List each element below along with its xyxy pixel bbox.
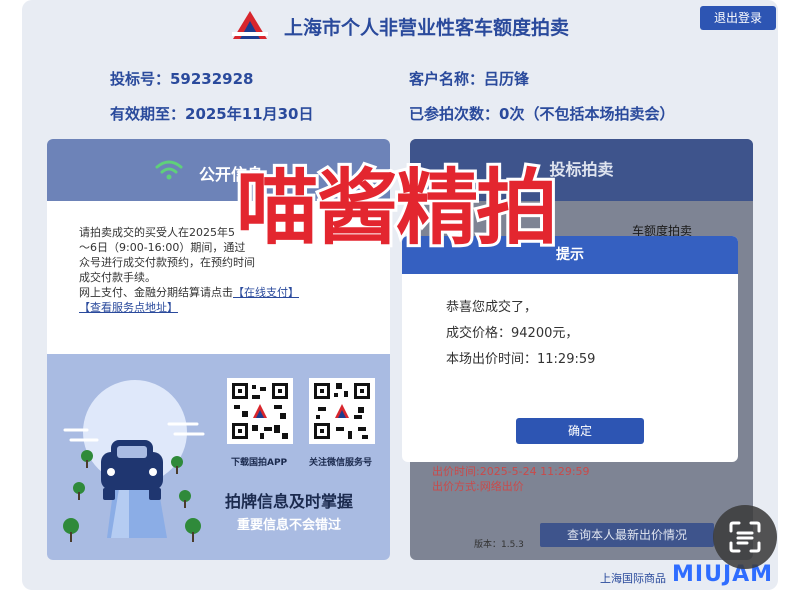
logout-button[interactable]: 退出登录 xyxy=(700,6,776,30)
version-label: 版本：1.5.3 xyxy=(474,540,524,550)
promo-panel: 下载国拍APP 关注微信服务号 拍牌信息及时掌握 重要信息不会错过 xyxy=(47,354,390,560)
customer-name: 客户名称：吕历锋 xyxy=(409,70,530,88)
header: 上海市个人非营业性客车额度拍卖 退出登录 xyxy=(22,0,778,50)
confirm-button[interactable]: 确定 xyxy=(516,418,644,444)
notice-line: 成交付款手续。 xyxy=(79,271,156,284)
bid-method: 出价方式:网络出价 xyxy=(432,480,524,493)
dialog-price: 成交价格：94200元， xyxy=(446,326,579,341)
app-qr-label: 下载国拍APP xyxy=(231,458,288,468)
query-latest-bid-button[interactable]: 查询本人最新出价情况 xyxy=(540,523,714,547)
dialog-bid-time: 本场出价时间：11:29:59 xyxy=(446,352,596,367)
auction-logo-icon xyxy=(232,11,268,39)
payment-prefix: 网上支付、金融分期结算请点击 xyxy=(79,286,233,299)
slogan-sub: 重要信息不会错过 xyxy=(237,518,342,533)
payment-line: 网上支付、金融分期结算请点击【在线支付】 xyxy=(79,285,369,300)
bid-number: 投标号：59232928 xyxy=(110,70,254,88)
slogan-main: 拍牌信息及时掌握 xyxy=(225,492,354,511)
wifi-icon xyxy=(155,160,183,180)
wechat-qr-code xyxy=(309,378,375,444)
dialog-congrats: 恭喜您成交了， xyxy=(446,300,538,315)
bid-info: 出价时间:2025-5-24 11:29:59 出价方式:网络出价 xyxy=(432,464,590,494)
online-pay-link[interactable]: 【在线支付】 xyxy=(233,286,299,299)
scan-text-button[interactable] xyxy=(713,505,777,569)
page-title: 上海市个人非营业性客车额度拍卖 xyxy=(284,17,570,39)
notice-line: 众号进行成交付款预约，在预约时间 xyxy=(79,256,255,269)
app-qr-code xyxy=(227,378,293,444)
valid-until: 有效期至：2025年11月30日 xyxy=(110,105,314,123)
auction-attempts: 已参拍次数：0次（不包括本场拍卖会） xyxy=(409,105,675,123)
bid-time: 出价时间:2025-5-24 11:29:59 xyxy=(432,465,590,478)
wechat-qr-label: 关注微信服务号 xyxy=(309,458,373,468)
watermark-text: 喵酱精拍 xyxy=(233,161,561,256)
service-point-link[interactable]: 【查看服务点地址】 xyxy=(79,301,178,314)
car-illustration xyxy=(63,380,205,542)
success-dialog: 提示 恭喜您成交了， 成交价格：94200元， 本场出价时间：11:29:59 … xyxy=(402,236,738,462)
footer-text: 上海国际商品 xyxy=(600,572,666,585)
scan-text-icon xyxy=(729,521,761,553)
